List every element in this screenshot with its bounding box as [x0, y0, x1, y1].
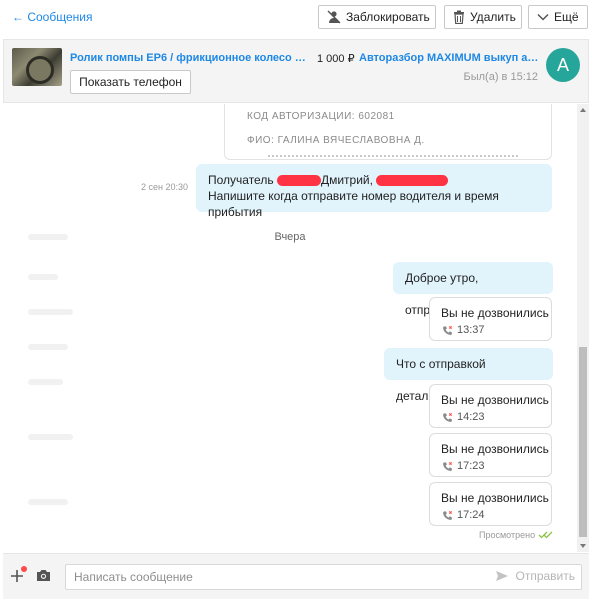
seller-name-link[interactable]: Авторазбор MAXIMUM выкуп авто: [359, 52, 539, 64]
conversation-header: Ролик помпы EP6 / фрикционное колесо на …: [3, 39, 589, 103]
missed-call-icon: [442, 461, 453, 472]
message-line-2: Напишите когда отправите номер водителя …: [208, 189, 499, 219]
notification-dot: [21, 566, 27, 572]
missed-call-title: Вы не дозвонились: [441, 491, 549, 505]
block-user-icon: [327, 10, 341, 24]
message-input-box: Отправить: [65, 564, 582, 590]
day-separator: Вчера: [274, 231, 306, 243]
missed-call-title: Вы не дозвонились: [441, 393, 549, 407]
missed-call-card: Вы не дозвонились 17:23: [429, 433, 552, 477]
auth-code-text: КОД АВТОРИЗАЦИИ: 602081: [247, 111, 395, 122]
read-status: Просмотрено: [479, 530, 554, 540]
faint-background-line: [28, 434, 73, 440]
missed-call-time-row: 17:24: [442, 509, 485, 521]
missed-call-time-row: 14:23: [442, 411, 485, 423]
redacted-mark: [276, 175, 321, 187]
faint-background-line: [28, 309, 73, 315]
missed-call-icon: [442, 510, 453, 521]
missed-call-icon: [442, 325, 453, 336]
missed-call-time: 13:37: [457, 324, 485, 336]
camera-button[interactable]: [36, 569, 51, 585]
block-button[interactable]: Заблокировать: [318, 5, 436, 29]
card-dotted-divider: [268, 155, 518, 157]
read-status-label: Просмотрено: [479, 530, 536, 540]
message-line-1: Получатель Дмитрий,: [208, 172, 540, 188]
top-bar: ← Сообщения Заблокировать Удалить Ещё: [0, 0, 594, 36]
item-thumbnail[interactable]: [12, 48, 62, 86]
recipient-prefix: Получатель: [208, 173, 274, 187]
fio-text: ФИО: ГАЛИНА ВЯЧЕСЛАВОВНА Д.: [247, 135, 425, 146]
send-button-label: Отправить: [515, 569, 575, 583]
scroll-down-arrow-icon[interactable]: [580, 544, 586, 548]
more-button-label: Ещё: [554, 10, 579, 24]
incoming-message-bubble: Получатель Дмитрий, Напишите когда отпра…: [196, 164, 552, 219]
message-timestamp: 2 сен 20:30: [141, 182, 189, 192]
missed-call-time: 14:23: [457, 411, 485, 423]
scrollbar-thumb[interactable]: [579, 347, 587, 537]
scroll-up-arrow-icon[interactable]: [580, 108, 586, 112]
message-list: КОД АВТОРИЗАЦИИ: 602081 ФИО: ГАЛИНА ВЯЧЕ…: [3, 104, 589, 552]
faint-background-line: [28, 499, 68, 505]
missed-call-card: Вы не дозвонились 14:23: [429, 384, 552, 428]
chevron-down-icon: [537, 13, 549, 21]
redacted-mark: [376, 175, 449, 187]
scrollbar[interactable]: [577, 104, 589, 552]
message-input[interactable]: [66, 565, 476, 589]
faint-background-line: [28, 379, 63, 385]
back-to-messages-link[interactable]: ← Сообщения: [12, 10, 92, 24]
recipient-name: Дмитрий,: [320, 173, 373, 187]
missed-call-time: 17:24: [457, 509, 485, 521]
outgoing-message-bubble: Что с отправкой детали???: [384, 348, 553, 403]
missed-call-time-row: 17:23: [442, 460, 485, 472]
delete-button-label: Удалить: [470, 10, 516, 24]
missed-call-time-row: 13:37: [442, 324, 485, 336]
attachment-card: КОД АВТОРИЗАЦИИ: 602081 ФИО: ГАЛИНА ВЯЧЕ…: [224, 104, 552, 160]
faint-background-line: [28, 344, 68, 350]
send-button[interactable]: Отправить: [495, 569, 575, 583]
outgoing-message-bubble: Доброе утро, отправили?: [393, 262, 553, 317]
missed-call-card: Вы не дозвонились 13:37: [429, 297, 552, 341]
trash-icon: [453, 10, 465, 24]
missed-call-title: Вы не дозвонились: [441, 442, 549, 456]
delete-button[interactable]: Удалить: [444, 5, 522, 29]
message-composer: Отправить: [3, 553, 589, 599]
item-price: 1 000 ₽: [317, 53, 355, 65]
send-icon: [495, 570, 509, 582]
more-button[interactable]: Ещё: [528, 5, 588, 29]
missed-call-title: Вы не дозвонились: [441, 306, 549, 320]
missed-call-icon: [442, 412, 453, 423]
attach-button[interactable]: [10, 566, 27, 587]
block-button-label: Заблокировать: [346, 10, 430, 24]
missed-call-time: 17:23: [457, 460, 485, 472]
show-phone-button[interactable]: Показать телефон: [70, 70, 191, 94]
faint-background-line: [28, 274, 58, 280]
last-seen-status: Был(а) в 15:12: [463, 71, 538, 83]
avatar[interactable]: A: [546, 48, 580, 82]
missed-call-card: Вы не дозвонились 17:24: [429, 482, 552, 526]
item-title-link[interactable]: Ролик помпы EP6 / фрикционное колесо на …: [70, 52, 306, 64]
camera-icon: [37, 570, 50, 581]
double-check-icon: [538, 531, 554, 539]
